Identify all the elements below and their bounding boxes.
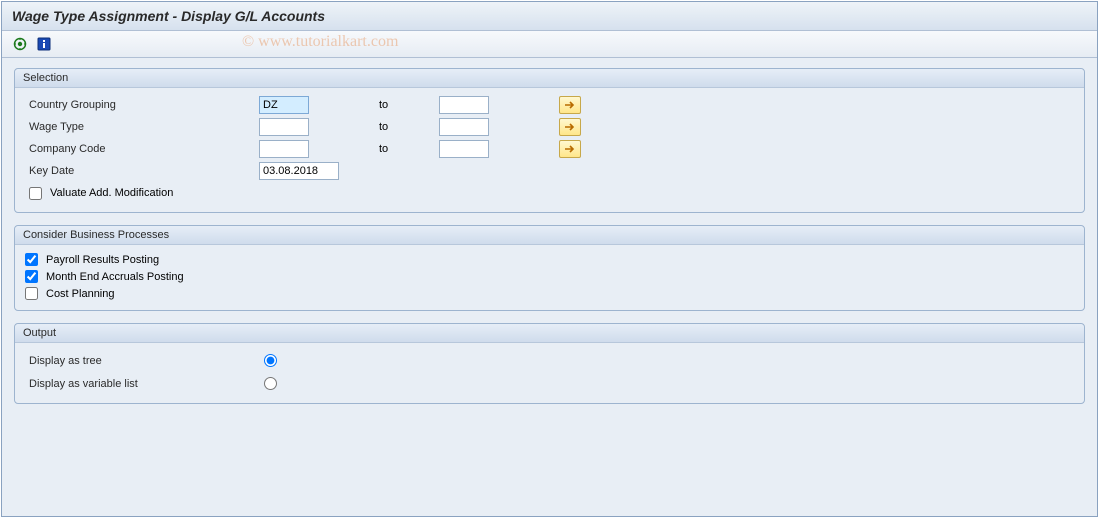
group-processes-title: Consider Business Processes	[15, 226, 1084, 245]
payroll-results-checkbox[interactable]	[25, 253, 38, 266]
group-selection-title: Selection	[15, 69, 1084, 88]
selection-form: Country Grouping to	[25, 94, 1074, 204]
arrow-right-icon	[564, 100, 576, 110]
wage-type-from-input[interactable]	[259, 118, 309, 136]
watermark-text: © www.tutorialkart.com	[242, 33, 398, 51]
group-output: Output Display as tree Display as variab…	[14, 323, 1085, 404]
content-area: Selection Country Grouping to	[2, 58, 1097, 426]
page-title: Wage Type Assignment - Display G/L Accou…	[12, 8, 325, 24]
month-end-label: Month End Accruals Posting	[46, 271, 184, 283]
row-country-grouping: Country Grouping to	[25, 94, 1074, 116]
cost-planning-row[interactable]: Cost Planning	[25, 285, 1074, 302]
country-grouping-from-input[interactable]	[259, 96, 309, 114]
label-to-company: to	[375, 138, 435, 160]
group-output-title: Output	[15, 324, 1084, 343]
row-output-varlist: Display as variable list	[25, 372, 1074, 395]
row-key-date: Key Date	[25, 160, 1074, 182]
label-output-tree: Display as tree	[25, 349, 255, 372]
row-wage-type: Wage Type to	[25, 116, 1074, 138]
label-to-wagetype: to	[375, 116, 435, 138]
month-end-row[interactable]: Month End Accruals Posting	[25, 268, 1074, 285]
wage-type-multiselect-button[interactable]	[559, 118, 581, 136]
valuate-add-mod-checkbox[interactable]	[29, 187, 42, 200]
row-valuate-add-mod: Valuate Add. Modification	[25, 182, 1074, 204]
row-company-code: Company Code to	[25, 138, 1074, 160]
label-output-varlist: Display as variable list	[25, 372, 255, 395]
valuate-add-mod-label: Valuate Add. Modification	[50, 187, 173, 199]
execute-button[interactable]	[10, 35, 30, 53]
valuate-add-mod-row[interactable]: Valuate Add. Modification	[29, 185, 1070, 202]
payroll-results-row[interactable]: Payroll Results Posting	[25, 251, 1074, 268]
execute-icon	[13, 37, 27, 51]
payroll-results-label: Payroll Results Posting	[46, 254, 159, 266]
arrow-right-icon	[564, 122, 576, 132]
company-code-from-input[interactable]	[259, 140, 309, 158]
info-icon	[37, 37, 51, 51]
country-grouping-multiselect-button[interactable]	[559, 96, 581, 114]
label-country-grouping: Country Grouping	[25, 94, 255, 116]
cost-planning-checkbox[interactable]	[25, 287, 38, 300]
info-button[interactable]	[34, 35, 54, 53]
key-date-input[interactable]	[259, 162, 339, 180]
label-company-code: Company Code	[25, 138, 255, 160]
output-tree-radio[interactable]	[264, 354, 277, 367]
toolbar: © www.tutorialkart.com	[2, 31, 1097, 58]
output-varlist-radio[interactable]	[264, 377, 277, 390]
label-to-country: to	[375, 94, 435, 116]
app-window: Wage Type Assignment - Display G/L Accou…	[1, 1, 1098, 517]
row-output-tree: Display as tree	[25, 349, 1074, 372]
label-key-date: Key Date	[25, 160, 255, 182]
arrow-right-icon	[564, 144, 576, 154]
group-processes: Consider Business Processes Payroll Resu…	[14, 225, 1085, 311]
label-wage-type: Wage Type	[25, 116, 255, 138]
company-code-multiselect-button[interactable]	[559, 140, 581, 158]
country-grouping-to-input[interactable]	[439, 96, 489, 114]
group-selection: Selection Country Grouping to	[14, 68, 1085, 213]
wage-type-to-input[interactable]	[439, 118, 489, 136]
company-code-to-input[interactable]	[439, 140, 489, 158]
month-end-checkbox[interactable]	[25, 270, 38, 283]
titlebar: Wage Type Assignment - Display G/L Accou…	[2, 2, 1097, 31]
cost-planning-label: Cost Planning	[46, 288, 115, 300]
